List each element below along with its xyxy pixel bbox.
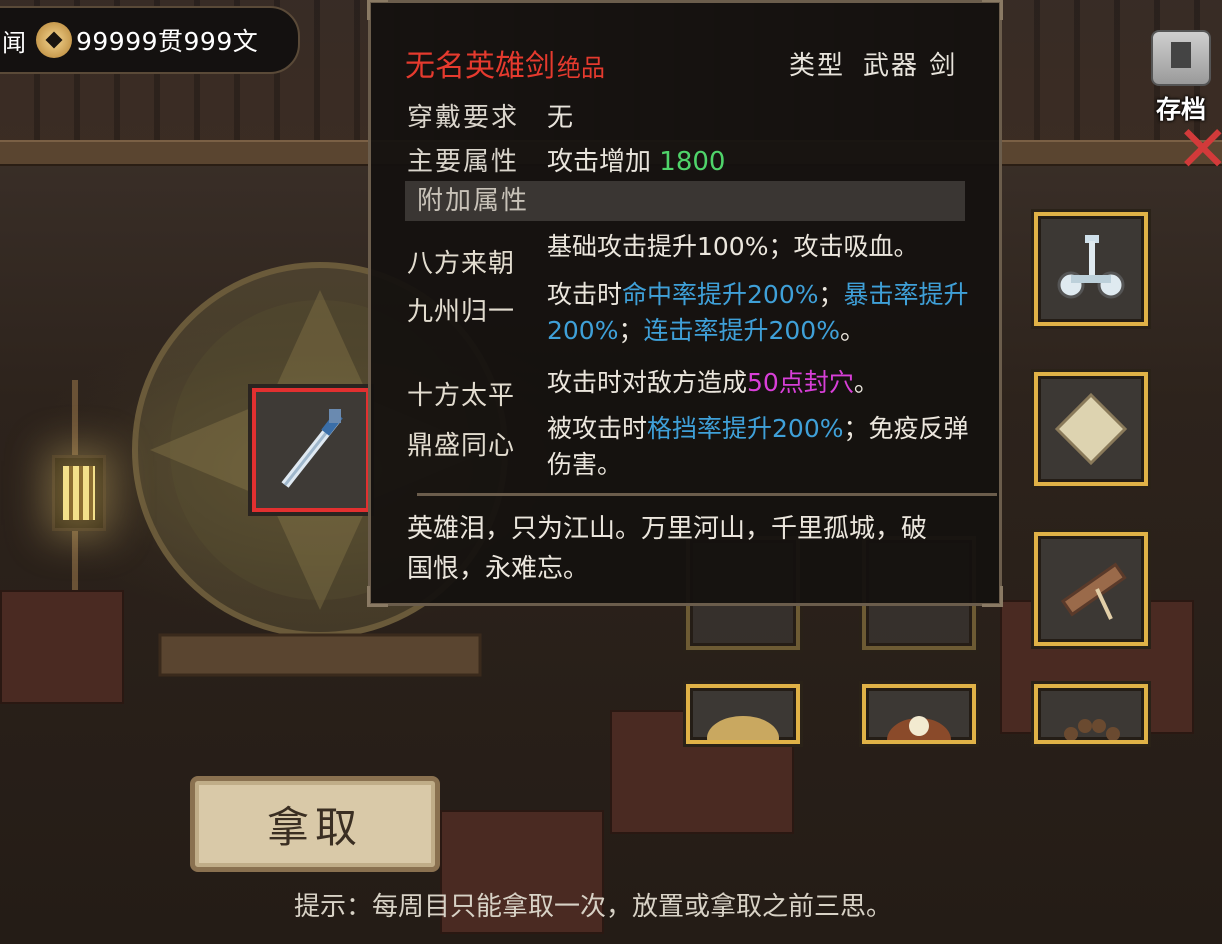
currency-bar: 闻 99999贯999文 [0, 6, 300, 74]
main-attr-text: 攻击增加 [547, 147, 652, 177]
affix-name: 鼎盛同心 [407, 431, 516, 461]
desc-highlight: 命中率提升200% [622, 280, 819, 309]
hint-text: 提示：每周目只能拿取一次，放置或拿取之前三思。 [294, 892, 893, 922]
wooden-tool-icon [1060, 562, 1127, 620]
pearl-icon [887, 716, 951, 740]
inventory-slot[interactable] [1034, 684, 1148, 744]
frame-corner [367, 586, 388, 607]
inventory-slot[interactable] [686, 684, 800, 744]
flavor-text: 英雄泪，只为江山。万里河山，千里孤城，破国恨，永难忘。 [407, 514, 928, 584]
desc-text: 攻击时 [547, 280, 623, 309]
requirement-value: 无 [547, 103, 574, 133]
affix-name: 八方来朝 [407, 249, 516, 279]
inventory-slot[interactable] [862, 684, 976, 744]
desc-text: 攻击时对敌方造成 [547, 368, 748, 397]
woven-hat-icon [707, 716, 779, 740]
segway-icon [1057, 235, 1125, 299]
truncated-label: 闻 [2, 28, 26, 57]
affix-desc: 被攻击时格挡率提升200%；免疫反弹伤害。 [547, 411, 987, 483]
item-type-label: 类型 [789, 51, 846, 81]
lantern [52, 455, 106, 531]
desc-text: ； [618, 316, 644, 345]
close-icon[interactable]: ✕ [1176, 110, 1222, 190]
inventory-slot[interactable] [1034, 212, 1148, 326]
inventory-slot[interactable] [1034, 532, 1148, 646]
save-icon [1151, 30, 1211, 86]
coin-icon [36, 22, 72, 58]
desc-highlight: 50点封穴 [747, 368, 854, 397]
affix-desc: 基础攻击提升100%；攻击吸血。 [547, 232, 919, 261]
affix-desc: 攻击时命中率提升200%；暴击率提升200%；连击率提升200%。 [547, 277, 987, 349]
item-quality: 绝品 [557, 54, 605, 82]
frame-corner [982, 586, 1003, 607]
desc-highlight: 连击率提升200% [643, 316, 840, 345]
affix-name: 十方太平 [407, 381, 516, 411]
requirement-label: 穿戴要求 [407, 103, 520, 133]
main-attr-label: 主要属性 [407, 147, 520, 177]
inventory-slot[interactable] [1034, 372, 1148, 486]
item-type-value: 武器 剑 [863, 51, 958, 81]
desc-text: 被攻击时 [547, 414, 648, 443]
item-name-text: 无名英雄剑 [405, 49, 555, 84]
main-attr-value: 攻击增加 1800 [547, 141, 725, 178]
bead-bracelet-icon [1064, 719, 1120, 740]
affix-desc: 攻击时对敌方造成50点封穴。 [547, 365, 987, 401]
selected-item-slot[interactable] [252, 388, 370, 512]
frame-corner [367, 0, 388, 20]
frame-corner [982, 0, 1003, 20]
divider [417, 493, 997, 496]
item-name: 无名英雄剑绝品 [405, 41, 605, 85]
take-button[interactable]: 拿取 [190, 776, 440, 872]
desc-highlight: 格挡率提升200% [647, 414, 844, 443]
main-attr-number: 1800 [659, 147, 726, 177]
item-tooltip: 无名英雄剑绝品 类型 武器 剑 穿戴要求 无 主要属性 攻击增加 1800 附加… [367, 0, 1003, 607]
floor-box [0, 590, 124, 704]
affix-name: 九州归一 [407, 297, 516, 327]
sword-icon [281, 409, 343, 488]
extra-attr-header: 附加属性 [405, 181, 965, 221]
currency-amount: 99999贯999文 [76, 27, 259, 56]
desc-text: 。 [839, 316, 865, 345]
desc-text: 。 [853, 368, 879, 397]
desc-text: ； [818, 280, 844, 309]
map-scroll-icon [1054, 392, 1128, 466]
